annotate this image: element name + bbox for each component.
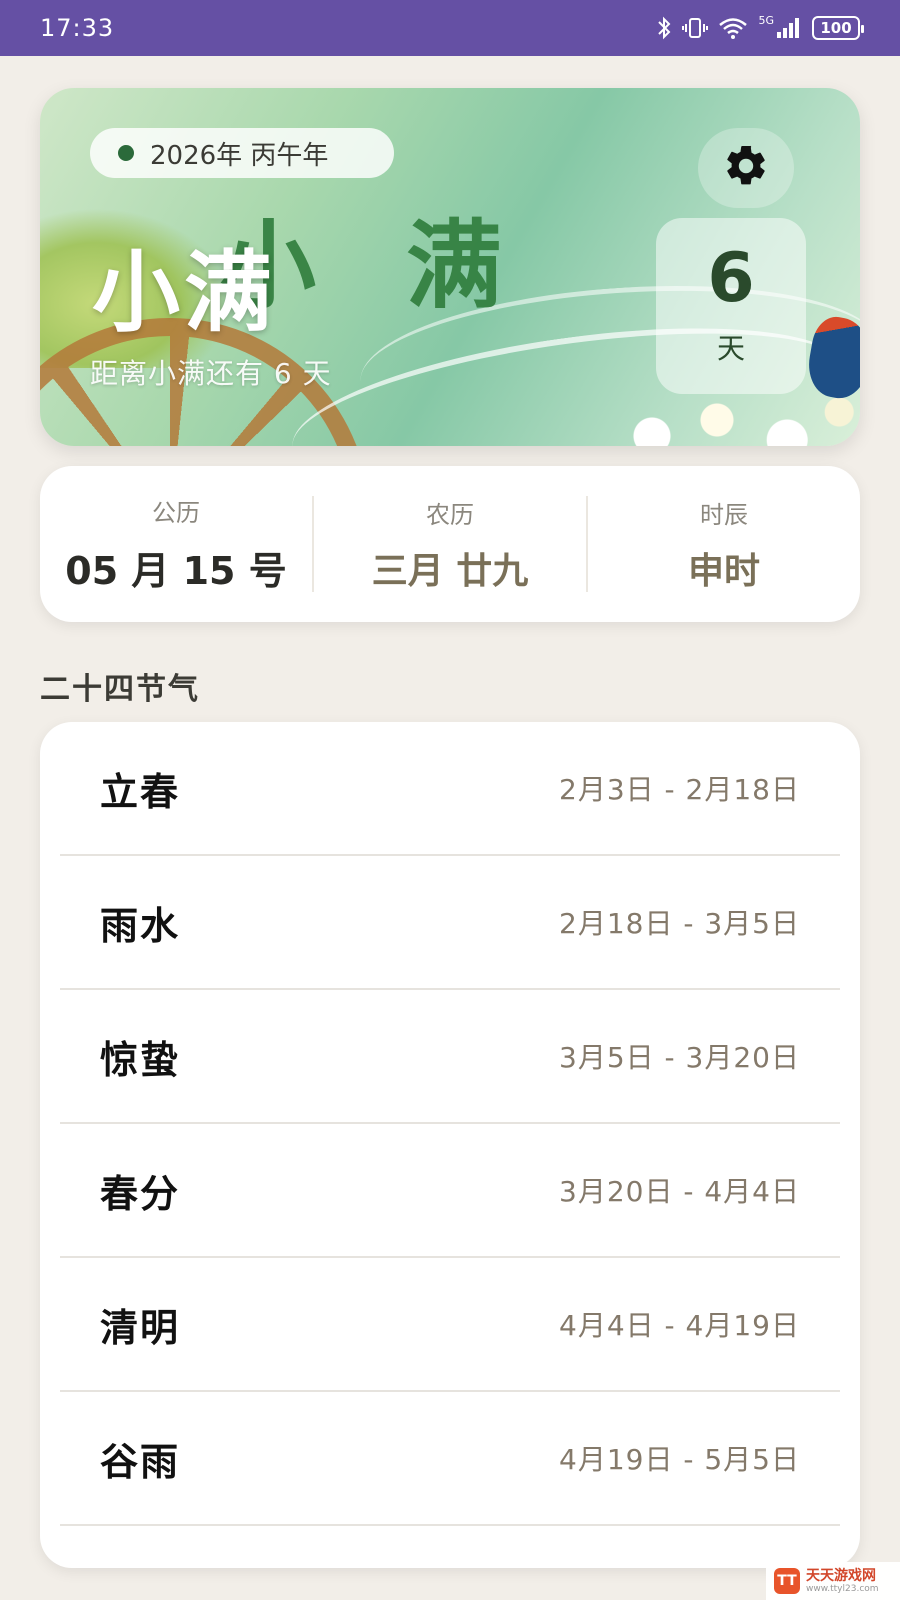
gear-icon: [722, 142, 770, 194]
status-time: 17:33: [40, 14, 115, 42]
lunar-date-value: 三月 廿九: [371, 550, 529, 592]
list-item[interactable]: 惊蛰 3月5日 - 3月20日: [60, 990, 840, 1124]
year-label: 2026年 丙午年: [150, 140, 329, 171]
vibrate-icon: [682, 16, 709, 40]
lunar-date-column: 农历 三月 廿九: [312, 496, 586, 592]
list-item[interactable]: 春分 3月20日 - 4月4日: [60, 1124, 840, 1258]
watermark-logo-icon: TT: [774, 1568, 800, 1594]
days-unit: 天: [716, 332, 745, 365]
hour-label: 时辰: [700, 500, 748, 529]
term-date-range: 2月3日 - 2月18日: [559, 773, 800, 806]
solar-terms-list: 立春 2月3日 - 2月18日 雨水 2月18日 - 3月5日 惊蛰 3月5日 …: [40, 722, 860, 1568]
network-type: 5G: [758, 13, 774, 27]
solar-term-hero-card[interactable]: 小满 2026年 丙午年 小满 距离小满还有 6 天 6 天: [40, 88, 860, 446]
bluetooth-icon: [656, 16, 672, 40]
term-date-range: 3月5日 - 3月20日: [559, 1041, 800, 1074]
settings-button[interactable]: [698, 128, 794, 208]
watermark-name: 天天游戏网: [806, 1567, 876, 1584]
solar-date-column: 公历 05 月 15 号: [40, 496, 312, 593]
term-name: 雨水: [100, 903, 181, 948]
term-date-range: 4月19日 - 5月5日: [559, 1443, 800, 1476]
term-name: 清明: [100, 1305, 181, 1350]
year-dot-icon: [118, 145, 134, 161]
hero-term-title: 小满: [92, 241, 277, 344]
solar-date-value: 05 月 15 号: [65, 549, 287, 593]
status-icons: 5G 100: [656, 13, 864, 40]
term-date-range: 4月4日 - 4月19日: [559, 1309, 800, 1342]
lunar-date-label: 农历: [426, 500, 474, 529]
signal-icon: [776, 16, 802, 40]
solar-date-label: 公历: [152, 499, 200, 527]
hour-column: 时辰 申时: [586, 496, 860, 592]
section-title: 二十四节气: [40, 672, 200, 707]
list-item[interactable]: 雨水 2月18日 - 3月5日: [60, 856, 840, 990]
year-badge: 2026年 丙午年: [90, 128, 394, 178]
watermark-url: www.ttyl23.com: [806, 1583, 879, 1594]
term-date-range: 2月18日 - 3月5日: [559, 907, 800, 940]
wifi-icon: [718, 16, 748, 40]
days-count: 6: [707, 239, 755, 318]
hero-countdown-text: 距离小满还有 6 天: [90, 357, 332, 390]
flowers-illustration: [600, 388, 860, 446]
status-bar: 17:33 5G 100: [0, 0, 900, 56]
days-remaining-box: 6 天: [656, 218, 806, 394]
battery-level: 100: [820, 19, 852, 37]
site-watermark: TT 天天游戏网 www.ttyl23.com: [766, 1562, 900, 1600]
watermark-text: 天天游戏网 www.ttyl23.com: [806, 1569, 879, 1594]
term-name: 立春: [100, 769, 181, 814]
hour-value: 申时: [687, 550, 760, 592]
term-date-range: 3月20日 - 4月4日: [559, 1175, 800, 1208]
battery-icon: 100: [812, 16, 864, 40]
list-item[interactable]: 立春 2月3日 - 2月18日: [60, 722, 840, 856]
term-name: 惊蛰: [100, 1037, 181, 1082]
term-name: 谷雨: [100, 1439, 181, 1484]
term-name: 春分: [100, 1171, 181, 1216]
date-info-card: 公历 05 月 15 号 农历 三月 廿九 时辰 申时: [40, 466, 860, 622]
list-item[interactable]: 谷雨 4月19日 - 5月5日: [60, 1392, 840, 1526]
list-item[interactable]: 清明 4月4日 - 4月19日: [60, 1258, 840, 1392]
